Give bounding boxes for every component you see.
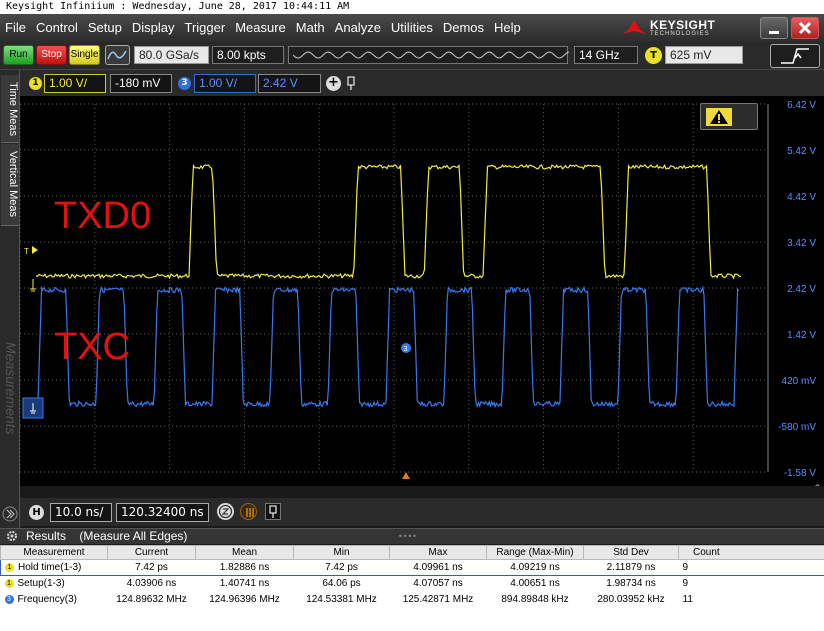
channel-3-ground-marker (22, 397, 44, 419)
menu-trigger[interactable]: Trigger (179, 14, 230, 42)
warning-icon (710, 110, 728, 124)
pin-icon (269, 505, 277, 518)
col-std-dev[interactable]: Std Dev (583, 545, 679, 560)
menu-demos[interactable]: Demos (438, 14, 489, 42)
svg-text:T: T (24, 247, 29, 256)
voltage-tick-label: 2.42 V (787, 284, 816, 295)
col-min[interactable]: Min (293, 545, 390, 560)
add-channel-button[interactable]: + (326, 76, 341, 91)
channel-3-offset[interactable]: 2.42 V (258, 74, 321, 93)
txd0-label: TXD0 (54, 195, 152, 237)
navigate-button[interactable] (240, 503, 257, 520)
table-row[interactable]: 1 Setup(1-3) 4.03906 ns 1.40741 ns 64.06 … (1, 576, 824, 592)
ground-marker-label: 3 (404, 346, 408, 353)
col-range[interactable]: Range (Max-Min) (486, 545, 584, 560)
horizontal-badge[interactable]: H (29, 505, 44, 520)
channel-1-badge[interactable]: 1 (29, 77, 42, 90)
menu-utilities[interactable]: Utilities (386, 14, 438, 42)
voltage-tick-label: -1.58 V (784, 468, 817, 479)
results-header-row: Measurement Current Mean Min Max Range (… (0, 545, 824, 560)
warning-panel[interactable] (700, 103, 758, 130)
table-row[interactable]: 1 Hold time(1-3) 7.42 ps 1.82886 ns 7.42 … (0, 559, 824, 576)
menu-control[interactable]: Control (31, 14, 83, 42)
tab-vertical-meas[interactable]: Vertical Meas (1, 144, 19, 226)
col-mean[interactable]: Mean (195, 545, 294, 560)
col-count[interactable]: Count (678, 545, 824, 560)
menu-setup[interactable]: Setup (83, 14, 127, 42)
voltage-tick-label: 6.42 V (787, 100, 816, 111)
col-current[interactable]: Current (107, 545, 196, 560)
channel-3-badge[interactable]: 3 (178, 77, 191, 90)
acquisition-wave-icon (292, 51, 570, 59)
col-measurement[interactable]: Measurement (0, 545, 108, 560)
channel-1-scale[interactable]: 1.00 V/ (44, 74, 106, 93)
tab-time-meas[interactable]: Time Meas (1, 75, 19, 143)
brand-sub: TECHNOLOGIES (650, 31, 710, 37)
results-resize-grip[interactable]: •••• (398, 532, 417, 541)
voltage-tick-label: 1.42 V (787, 330, 816, 341)
voltage-tick-label: 5.42 V (787, 146, 816, 157)
zoom-icon (218, 504, 233, 519)
single-button[interactable]: Single (69, 45, 100, 65)
grip-icon (246, 508, 254, 517)
keysight-wave-icon (622, 20, 646, 34)
channel-1-dot-icon: 1 (4, 579, 14, 589)
voltage-tick-label: 420 mV (782, 376, 817, 387)
menu-help[interactable]: Help (489, 14, 526, 42)
menu-analyze[interactable]: Analyze (330, 14, 386, 42)
expand-sidebar-icon[interactable] (2, 506, 18, 522)
autoscale-button[interactable] (105, 45, 130, 65)
trigger-badge[interactable]: T (645, 47, 662, 64)
acquisition-overview[interactable] (288, 46, 570, 64)
minimize-icon (769, 31, 779, 34)
brand-name: KEYSIGHT (650, 18, 716, 32)
bandwidth-field[interactable]: 14 GHz (574, 46, 638, 64)
voltage-tick-label: 3.42 V (787, 238, 816, 249)
results-table: Measurement Current Mean Min Max Range (… (0, 545, 824, 631)
menu-display[interactable]: Display (127, 14, 180, 42)
menu-file[interactable]: File (0, 14, 31, 42)
txc-label: TXC (54, 326, 130, 368)
trigger-edge-button[interactable] (770, 44, 820, 68)
time-position-field[interactable]: 120.32400 ns (116, 503, 209, 522)
tab-measurements[interactable]: Measurements (1, 320, 19, 456)
window-title: Keysight Infiniium : Wednesday, June 28,… (0, 0, 824, 14)
voltage-tick-label: -580 mV (778, 422, 816, 433)
col-max[interactable]: Max (389, 545, 487, 560)
channel-3-scale[interactable]: 1.00 V/ (194, 74, 256, 93)
keysight-logo: KEYSIGHT TECHNOLOGIES (622, 14, 715, 42)
waveform-display[interactable]: 6.42 V 5.42 V 4.42 V 3.42 V 2.42 V 1.42 V 420 … (20, 96, 824, 486)
autoscale-wave-icon (107, 50, 127, 60)
timebase-pin-button[interactable] (265, 503, 281, 520)
results-title: Results (Measure All Edges) (26, 529, 188, 543)
voltage-tick-label: 4.42 V (787, 192, 816, 203)
stop-button[interactable]: Stop (36, 45, 67, 65)
memory-depth-field[interactable]: 8.00 kpts (212, 46, 284, 64)
channel-3-dot-icon: 3 (4, 594, 14, 604)
close-button[interactable] (791, 17, 819, 39)
zoom-button[interactable] (217, 503, 234, 520)
table-row[interactable]: 3 Frequency(3) 124.89632 MHz 124.96396 MH… (1, 592, 824, 608)
minimize-button[interactable] (760, 17, 788, 39)
gear-icon[interactable] (6, 530, 18, 542)
menu-math[interactable]: Math (291, 14, 330, 42)
menu-measure[interactable]: Measure (230, 14, 291, 42)
channel-1-dot-icon: 1 (5, 562, 14, 572)
close-icon (798, 21, 812, 35)
trigger-level-field[interactable]: 625 mV (665, 46, 743, 64)
pin-icon[interactable] (345, 75, 357, 91)
right-edge-num: 3 (815, 483, 820, 486)
run-button[interactable]: Run (3, 45, 34, 65)
rising-edge-icon (781, 48, 809, 64)
sample-rate-field[interactable]: 80.0 GSa/s (134, 46, 209, 64)
channel-1-offset[interactable]: -180 mV (110, 74, 172, 93)
time-scale-field[interactable]: 10.0 ns/ (50, 503, 112, 522)
